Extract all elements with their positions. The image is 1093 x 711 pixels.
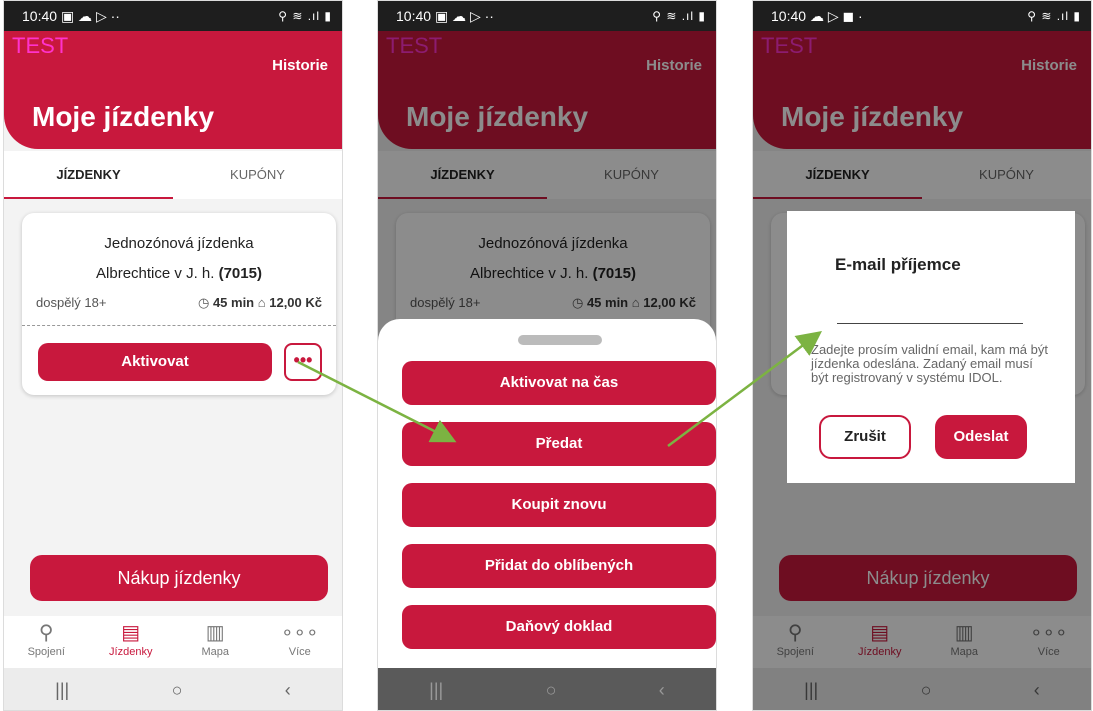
status-bar: 10:40 ☁ ▷ ◼ · ⚲ ≋ .ıl ▮: [753, 1, 1091, 31]
status-signal-icons: ⚲ ≋ .ıl ▮: [652, 9, 706, 23]
ticket-meta: dospělý 18+ ◷ 45 min ⌂ 12,00 Kč: [36, 295, 322, 311]
status-time: 10:40: [771, 7, 807, 24]
ticket-card: Jednozónová jízdenka Albrechtice v J. h.…: [22, 213, 336, 395]
ticket-divider: [22, 325, 336, 326]
page-title: Moje jízdenky: [32, 101, 215, 132]
status-icons: ▣ ☁ ▷ ··: [60, 7, 120, 24]
ticket-route: Albrechtice v J. h. (7015): [22, 265, 336, 282]
add-to-favorites-button[interactable]: Přidat do oblíbených: [402, 544, 716, 588]
cancel-button[interactable]: Zrušit: [819, 415, 911, 459]
transfer-button[interactable]: Předat: [402, 422, 716, 466]
nav-tickets[interactable]: ▤ Jízdenky: [89, 616, 174, 668]
ticket-price: 12,00 Kč: [269, 295, 322, 310]
back-icon[interactable]: ‹: [285, 680, 291, 701]
header: TEST Historie Moje jízdenky: [4, 31, 342, 149]
search-icon: ⚲: [38, 622, 54, 644]
nav-more[interactable]: ∘∘∘ Více: [258, 616, 343, 668]
status-icons: ▣ ☁ ▷ ··: [434, 7, 494, 24]
test-label: TEST: [12, 33, 69, 58]
nav-map-label: Mapa: [201, 646, 230, 658]
ticket-route-code: (7015): [218, 265, 262, 282]
recents-icon[interactable]: |||: [429, 680, 443, 701]
tag-icon: ⌂: [257, 295, 266, 310]
screen-actions-sheet: 10:40 ▣ ☁ ▷ ·· ⚲ ≋ .ıl ▮ TEST Historie M…: [377, 0, 717, 711]
back-icon[interactable]: ‹: [659, 680, 665, 701]
sheet-handle[interactable]: [518, 335, 602, 345]
status-time: 10:40: [396, 7, 432, 24]
send-button[interactable]: Odeslat: [935, 415, 1027, 459]
home-icon[interactable]: ○: [172, 680, 183, 701]
ticket-name: Jednozónová jízdenka: [104, 235, 254, 252]
recents-icon[interactable]: |||: [55, 680, 69, 701]
nav-map[interactable]: ▥ Mapa: [173, 616, 258, 668]
status-signal-icons: ⚲ ≋ .ıl ▮: [278, 9, 332, 23]
system-nav: ||| ○ ‹: [378, 668, 716, 710]
buy-again-button[interactable]: Koupit znovu: [402, 483, 716, 527]
bottom-nav: ⚲ Spojení ▤ Jízdenky ▥ Mapa ∘∘∘ Více: [4, 616, 342, 668]
bottom-sheet: Aktivovat na čas Předat Koupit znovu Při…: [378, 319, 716, 668]
status-bar: 10:40 ▣ ☁ ▷ ·· ⚲ ≋ .ıl ▮: [378, 1, 716, 31]
map-icon: ▥: [205, 622, 225, 644]
tab-coupons[interactable]: KUPÓNY: [173, 151, 342, 199]
status-signal-icons: ⚲ ≋ .ıl ▮: [1027, 9, 1081, 23]
activate-on-time-button[interactable]: Aktivovat na čas: [402, 361, 716, 405]
status-bar: 10:40 ▣ ☁ ▷ ·· ⚲ ≋ .ıl ▮: [4, 1, 342, 31]
ticket-route-name: Albrechtice v J. h.: [96, 265, 215, 282]
email-dialog: E-mail příjemce Zadejte prosím validní e…: [787, 211, 1075, 483]
history-link[interactable]: Historie: [272, 57, 328, 74]
dialog-hint: Zadejte prosím validní email, kam má být…: [811, 342, 1048, 385]
clock-icon: ◷: [197, 295, 210, 310]
more-options-button[interactable]: •••: [284, 343, 322, 381]
nav-tickets-label: Jízdenky: [109, 646, 153, 658]
dialog-title: E-mail příjemce: [835, 255, 961, 274]
system-nav: ||| ○ ‹: [4, 668, 342, 710]
screen-tickets: 10:40 ▣ ☁ ▷ ·· ⚲ ≋ .ıl ▮ TEST Historie M…: [3, 0, 343, 711]
ticket-duration: 45 min: [212, 295, 255, 310]
ticket-icon: ▤: [121, 622, 141, 644]
tax-receipt-button[interactable]: Daňový doklad: [402, 605, 716, 649]
home-icon[interactable]: ○: [546, 680, 557, 701]
tab-tickets[interactable]: JÍZDENKY: [4, 151, 173, 199]
email-input[interactable]: [837, 323, 1023, 324]
status-icons: ☁ ▷ ◼ ·: [809, 7, 863, 24]
activate-button[interactable]: Aktivovat: [38, 343, 272, 381]
more-icon: ∘∘∘: [280, 622, 319, 644]
nav-connections-label: Spojení: [27, 646, 65, 658]
screen-email-dialog: 10:40 ☁ ▷ ◼ · ⚲ ≋ .ıl ▮ TEST Historie Mo…: [752, 0, 1092, 711]
buy-ticket-button[interactable]: Nákup jízdenky: [30, 555, 328, 601]
ticket-passenger: dospělý 18+: [36, 295, 107, 310]
tabs: JÍZDENKY KUPÓNY: [4, 151, 342, 199]
nav-connections[interactable]: ⚲ Spojení: [4, 616, 89, 668]
nav-more-label: Více: [288, 646, 311, 658]
status-time: 10:40: [22, 7, 58, 24]
